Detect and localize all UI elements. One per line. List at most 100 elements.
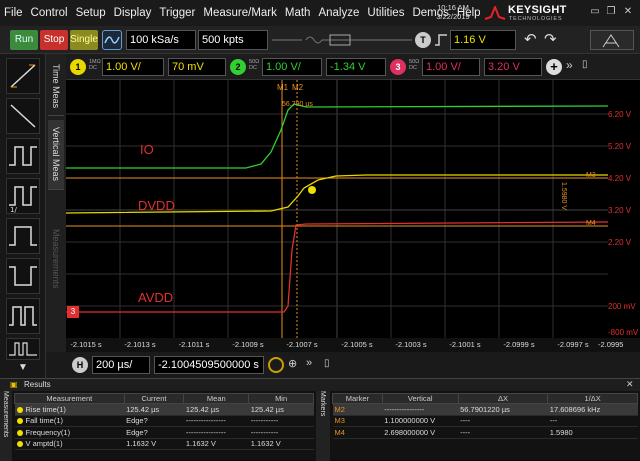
tab-time-meas[interactable]: Time Meas [48, 58, 64, 116]
position-knob-icon[interactable] [268, 357, 284, 373]
channel-1-badge[interactable]: 1 [70, 59, 86, 75]
avdd-signal-label: AVDD [138, 290, 174, 305]
run-button[interactable]: Run [10, 30, 38, 50]
add-channel-icon[interactable]: + [546, 59, 562, 75]
zoom-icon[interactable]: ⊕ [288, 357, 302, 373]
horizontal-scroll-icon[interactable]: ▯ [324, 358, 334, 372]
dvdd-signal-label: DVDD [138, 198, 175, 213]
meas-col-min[interactable]: Min [248, 393, 314, 404]
channel-3-badge[interactable]: 3 [390, 59, 406, 75]
ch3-dc: DC [409, 65, 417, 71]
marker-col-vertical[interactable]: Vertical [381, 393, 459, 404]
negative-width-shortcut-icon[interactable] [6, 258, 40, 294]
menu-math[interactable]: Math [281, 7, 315, 19]
results-close-icon[interactable]: ✕ [626, 379, 634, 390]
x-tick: -2.1011 s [178, 340, 210, 349]
trigger-badge[interactable]: T [415, 32, 431, 48]
results-title: Results [24, 380, 51, 389]
meas-col-measurement[interactable]: Measurement [14, 393, 125, 404]
trigger-level-field[interactable]: 1.16 V [450, 30, 516, 50]
table-row[interactable]: M4 2.698000000 V ---- 1.5980 [332, 426, 638, 439]
marker-vertical: 2.698000000 V [382, 426, 459, 439]
rising-edge-icon[interactable] [434, 32, 448, 48]
ch1-scale-field[interactable]: 1.00 V/ [102, 58, 164, 76]
frequency-shortcut-icon[interactable]: 1/ [6, 178, 40, 214]
auto-trigger-icon[interactable] [590, 30, 634, 50]
marker-col-dx[interactable]: ΔX [457, 393, 549, 404]
menu-display[interactable]: Display [110, 7, 156, 19]
autoscale-icon[interactable] [102, 30, 122, 50]
marker-col-marker[interactable]: Marker [332, 393, 383, 404]
undo-icon[interactable]: ↶ [524, 30, 542, 50]
trigger-point-icon[interactable] [308, 186, 316, 194]
meas-col-mean[interactable]: Mean [183, 393, 250, 404]
results-header: ▣ Results ✕ [0, 379, 640, 391]
ch2-offset-field[interactable]: -1.34 V [326, 58, 386, 76]
markers-side-tab[interactable]: Markers [316, 391, 330, 461]
period-shortcut-icon[interactable] [6, 138, 40, 174]
memory-depth-field[interactable]: 500 kpts [198, 30, 268, 50]
horizontal-expand-icon[interactable]: » [306, 357, 320, 373]
datetime: 10:16 AM 3/22/2019 [428, 3, 478, 21]
menu-control[interactable]: Control [27, 7, 72, 19]
keysight-wave-icon [484, 6, 506, 20]
table-row[interactable]: V amptd(1) 1.1632 V 1.1632 V 1.1632 V [14, 438, 314, 450]
meas-col-current[interactable]: Current [123, 393, 185, 404]
table-row[interactable]: Fall time(1) Edge? ---------------- ----… [14, 415, 314, 427]
menu-setup[interactable]: Setup [72, 7, 110, 19]
menu-measure-mark[interactable]: Measure/Mark [199, 7, 281, 19]
channel-scroll-icon[interactable]: ▯ [582, 59, 592, 75]
table-row[interactable]: M3 1.100000000 V ---- --- [332, 415, 638, 427]
menu-file[interactable]: File [0, 7, 27, 19]
table-row[interactable]: Rise time(1) 125.42 µs 125.42 µs 125.42 … [14, 403, 314, 416]
sample-rate-field[interactable]: 100 kSa/s [126, 30, 196, 50]
y-tick: 5.20 V [608, 142, 632, 151]
tab-measurements[interactable]: Measurements [48, 204, 64, 314]
waveform-display[interactable]: M1 M2 56.790 µs M3 M4 1.5980 V IO DVDD A… [65, 80, 609, 338]
fall-time-shortcut-icon[interactable] [6, 98, 40, 134]
ch3-scale-field[interactable]: 1.00 V/ [422, 58, 480, 76]
marker-name: M4 [332, 426, 383, 439]
markers-table: Marker Vertical ΔX 1/ΔX M2 -------------… [332, 393, 638, 439]
brand-name: KEYSIGHT [508, 4, 567, 16]
stop-button[interactable]: Stop [40, 30, 68, 50]
scroll-down-icon[interactable]: ▼ [14, 362, 32, 376]
results-icon: ▣ [10, 380, 18, 389]
x-tick: -2.0997 s [557, 340, 589, 349]
ch1-offset-field[interactable]: 70 mV [168, 58, 226, 76]
meas-name: Frequency(1) [25, 427, 71, 437]
results-side-tab[interactable]: Measurements [0, 391, 12, 461]
channel-1-dot-icon [16, 406, 23, 413]
meas-mean: 125.42 µs [183, 403, 249, 416]
close-icon[interactable]: ✕ [621, 5, 635, 19]
channel-1-dot-icon [16, 418, 23, 425]
redo-icon[interactable]: ↷ [544, 30, 562, 50]
tab-vertical-meas[interactable]: Vertical Meas [48, 120, 64, 190]
horizontal-badge[interactable]: H [72, 357, 88, 373]
marker-col-inv-dx[interactable]: 1/ΔX [547, 393, 638, 404]
table-row[interactable]: Frequency(1) Edge? ---------------- ----… [14, 426, 314, 439]
table-row[interactable]: M2 ---------------- 56.7901220 µs 17.608… [332, 403, 638, 416]
rise-time-shortcut-icon[interactable] [6, 58, 40, 94]
minimize-icon[interactable]: ▭ [588, 5, 602, 19]
single-button[interactable]: Single [70, 30, 98, 50]
expand-channels-icon[interactable]: » [566, 58, 580, 76]
menu-utilities[interactable]: Utilities [363, 7, 408, 19]
time-position-field[interactable]: -2.1004509500000 s [154, 356, 264, 374]
ch3-ground-marker[interactable]: 3 [67, 306, 79, 318]
meas-name: Fall time(1) [25, 416, 64, 426]
positive-width-shortcut-icon[interactable] [6, 218, 40, 254]
burst-width-shortcut-icon[interactable] [6, 338, 40, 360]
ch2-scale-field[interactable]: 1.00 V/ [262, 58, 322, 76]
x-tick: -2.1001 s [449, 340, 481, 349]
menu-trigger[interactable]: Trigger [155, 7, 199, 19]
duty-cycle-shortcut-icon[interactable] [6, 298, 40, 334]
restore-icon[interactable]: ❐ [604, 5, 618, 19]
meas-mean: 1.1632 V [183, 438, 249, 450]
time-scale-field[interactable]: 200 µs/ [92, 356, 150, 374]
meas-mean: ---------------- [183, 415, 249, 427]
ch1-dc: DC [89, 65, 97, 71]
menu-analyze[interactable]: Analyze [314, 7, 363, 19]
channel-2-badge[interactable]: 2 [230, 59, 246, 75]
ch3-offset-field[interactable]: 3.20 V [484, 58, 542, 76]
